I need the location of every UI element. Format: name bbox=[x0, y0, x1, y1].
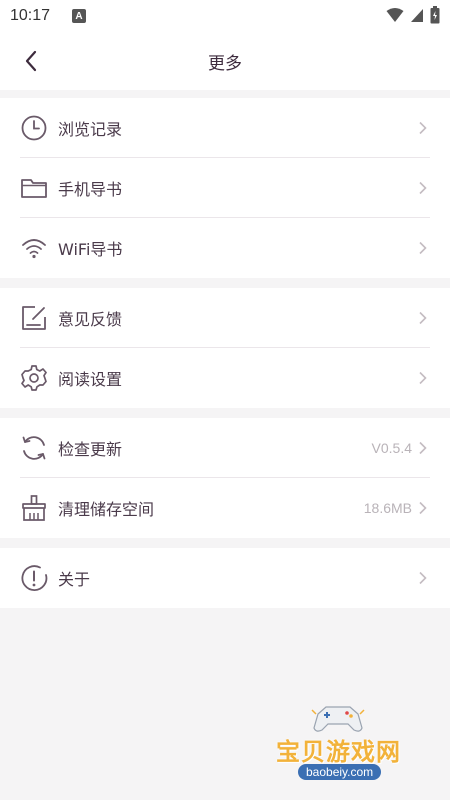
gamepad-icon bbox=[311, 706, 365, 732]
watermark-brand: 宝贝游戏网 bbox=[276, 738, 401, 766]
chevron-right-icon bbox=[419, 121, 427, 135]
status-time: 10:17 bbox=[10, 7, 51, 24]
refresh-icon bbox=[20, 434, 48, 462]
menu-item-history[interactable]: 浏览记录 bbox=[0, 98, 450, 158]
chevron-right-icon bbox=[419, 241, 427, 255]
menu-item-feedback[interactable]: 意见反馈 bbox=[0, 288, 450, 348]
folder-icon bbox=[20, 174, 48, 202]
feedback-edit-icon bbox=[20, 304, 48, 332]
menu-item-phone-import[interactable]: 手机导书 bbox=[0, 158, 450, 218]
menu-item-label: 清理储存空间 bbox=[58, 500, 155, 519]
back-button[interactable] bbox=[14, 44, 48, 78]
menu-item-label: WiFi导书 bbox=[58, 240, 123, 259]
status-bar: 10:17 A bbox=[0, 0, 450, 32]
version-value: V0.5.4 bbox=[371, 440, 412, 456]
menu-item-label: 阅读设置 bbox=[58, 370, 123, 389]
status-icons bbox=[386, 6, 440, 24]
chevron-right-icon bbox=[419, 371, 427, 385]
gear-icon bbox=[20, 364, 48, 392]
menu-item-about[interactable]: 关于 bbox=[0, 548, 450, 608]
menu-group-feedback: 意见反馈 阅读设置 bbox=[0, 288, 450, 408]
chevron-right-icon bbox=[419, 501, 427, 515]
chevron-right-icon bbox=[419, 441, 427, 455]
battery-icon bbox=[430, 6, 440, 24]
storage-size-value: 18.6MB bbox=[363, 500, 412, 516]
chevron-right-icon bbox=[419, 181, 427, 195]
menu-group-history: 浏览记录 手机导书 WiFi导书 bbox=[0, 98, 450, 278]
app-header: 更多 bbox=[0, 32, 450, 90]
broom-icon bbox=[20, 494, 48, 522]
cell-signal-icon bbox=[411, 9, 423, 22]
menu-item-label: 手机导书 bbox=[58, 180, 123, 199]
menu-item-label: 浏览记录 bbox=[58, 120, 123, 139]
wifi-signal-icon bbox=[386, 8, 404, 22]
wifi-icon bbox=[20, 234, 48, 262]
chevron-right-icon bbox=[419, 311, 427, 325]
menu-item-check-update[interactable]: 检查更新 V0.5.4 bbox=[0, 418, 450, 478]
menu-item-label: 意见反馈 bbox=[58, 310, 123, 329]
page-title: 更多 bbox=[208, 53, 242, 74]
menu-item-reading-settings[interactable]: 阅读设置 bbox=[0, 348, 450, 408]
watermark-url: baobeiy.com bbox=[298, 764, 382, 780]
menu-group-storage: 检查更新 V0.5.4 清理储存空间 18.6MB bbox=[0, 418, 450, 538]
menu-group-about: 关于 bbox=[0, 548, 450, 608]
chevron-right-icon bbox=[419, 571, 427, 585]
watermark: 宝贝游戏网 baobeiy.com bbox=[272, 704, 422, 790]
clock-icon bbox=[20, 114, 48, 142]
menu-item-wifi-import[interactable]: WiFi导书 bbox=[0, 218, 450, 278]
back-arrow-icon bbox=[25, 50, 37, 72]
menu-item-label: 检查更新 bbox=[58, 440, 123, 459]
menu-item-clear-storage[interactable]: 清理储存空间 18.6MB bbox=[0, 478, 450, 538]
notification-icon: A bbox=[72, 9, 87, 23]
info-exclamation-icon bbox=[20, 564, 48, 592]
menu-item-label: 关于 bbox=[58, 570, 91, 589]
